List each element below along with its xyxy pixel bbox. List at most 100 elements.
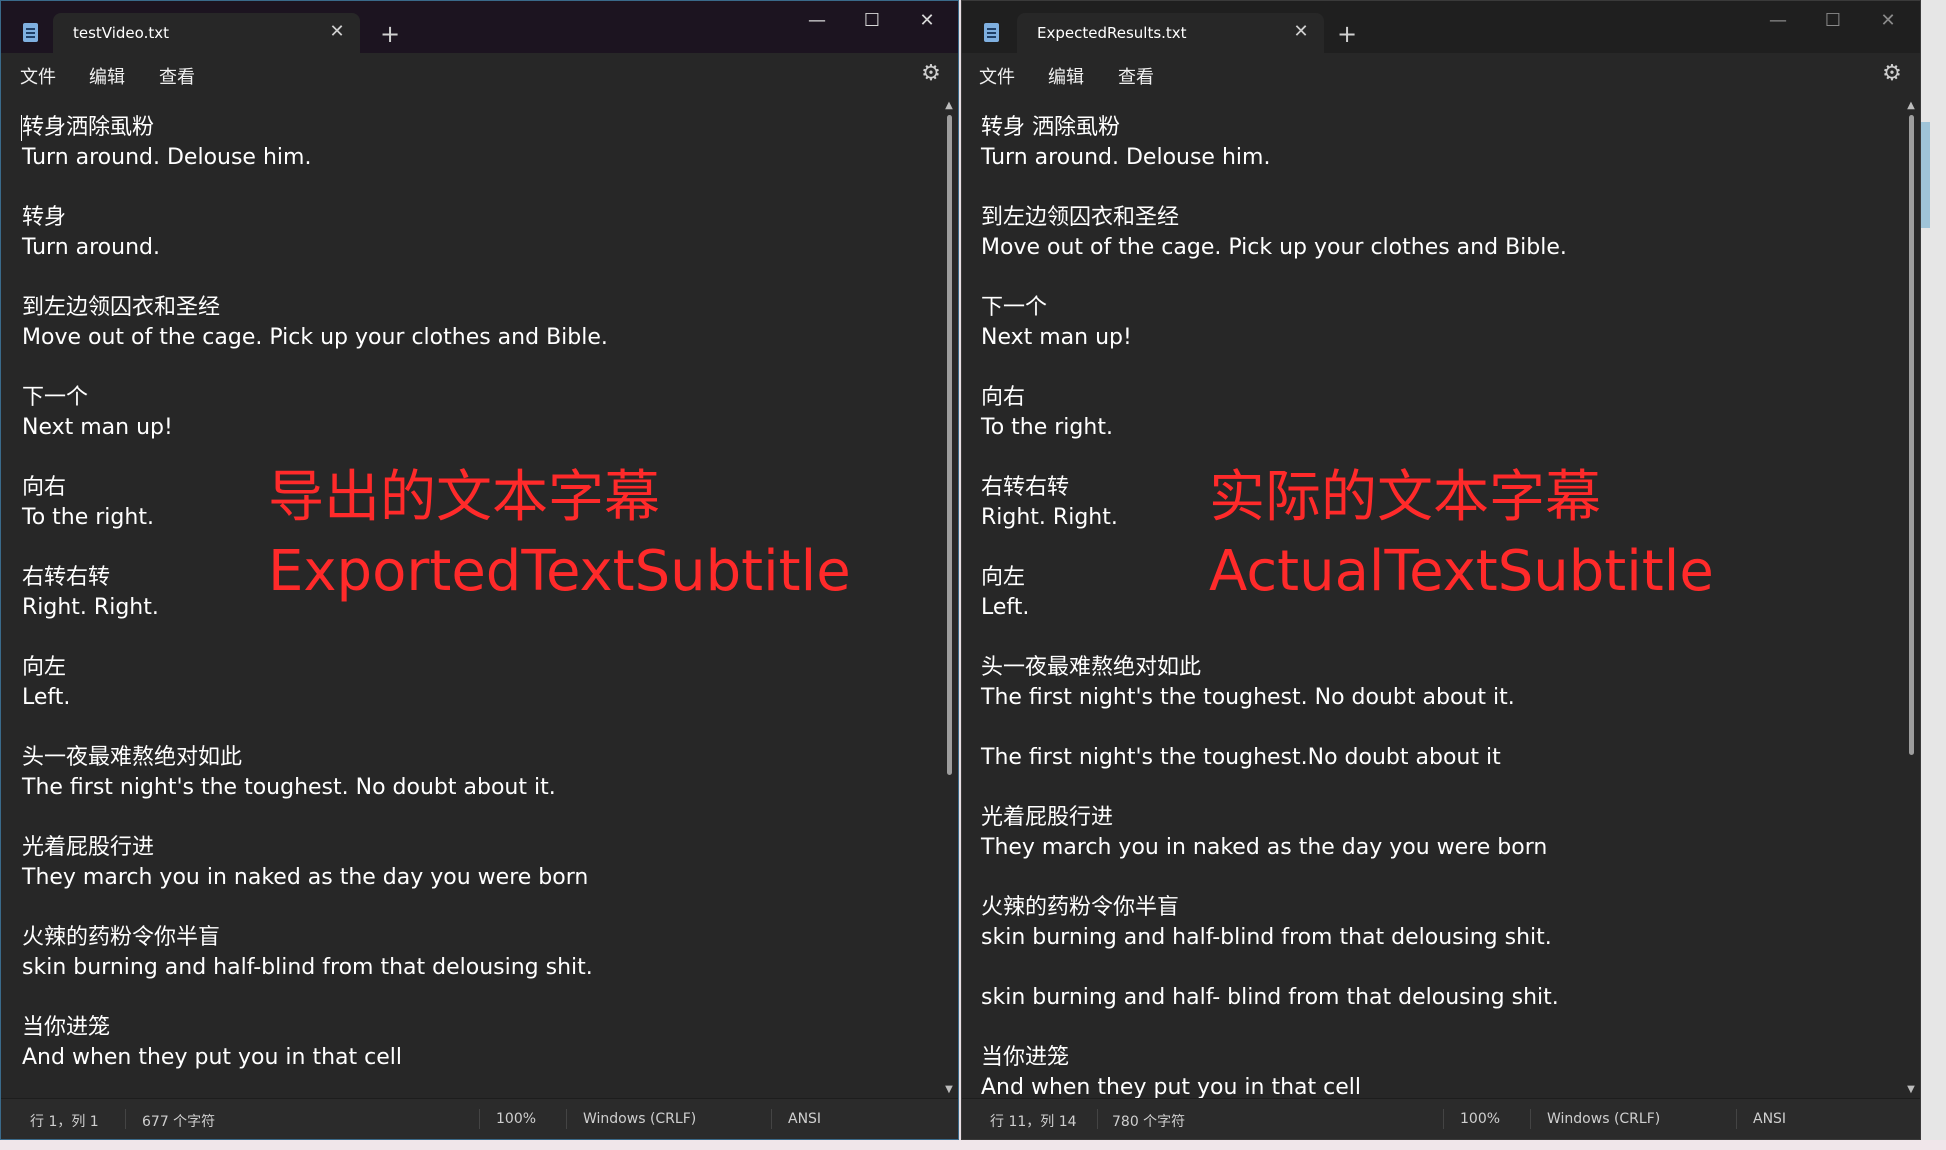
annotation-chinese: 实际的文本字幕 [1209,465,1601,530]
status-line-ending[interactable]: Windows (CRLF) [1547,1111,1660,1127]
status-char-count: 677 个字符 [142,1114,216,1130]
status-char-count: 780 个字符 [1112,1114,1186,1130]
notepad-window-expectedresults[interactable]: ExpectedResults.txt ✕ + — ☐ ✕ 文件 编辑 查看 ⚙… [961,0,1921,1140]
editor-text: 转身 洒除虱粉 Turn around. Delouse him. 到左边领囚衣和圣… [981,113,1882,1101]
vertical-scrollbar[interactable]: ▲ ▼ [1902,95,1920,1101]
tab-title: ExpectedResults.txt [1037,24,1187,42]
menu-edit[interactable]: 编辑 [1048,63,1084,89]
text-editor[interactable]: 转身 洒除虱粉 Turn around. Delouse him. 到左边领囚衣和圣… [962,95,1902,1101]
text-line [981,1013,1882,1043]
annotation-english: ExportedTextSubtitle [268,539,851,604]
vertical-scrollbar[interactable]: ▲ ▼ [940,95,958,1101]
annotation-english: ActualTextSubtitle [1209,539,1714,604]
text-line: skin burning and half-blind from that de… [22,955,593,980]
minimize-icon[interactable]: — [789,5,845,37]
status-encoding[interactable]: ANSI [1753,1111,1786,1127]
status-zoom[interactable]: 100% [496,1111,536,1127]
tab-testvideo[interactable]: testVideo.txt ✕ [53,13,360,53]
text-line: 当你进笼 [22,1015,111,1040]
scroll-down-icon[interactable]: ▼ [944,1085,954,1095]
text-line [981,773,1882,803]
divider [479,1109,480,1129]
status-bar: 行 11，列 14 780 个字符 100% Windows (CRLF) AN… [962,1098,1920,1139]
text-line [22,983,921,1013]
plus-icon[interactable]: + [375,19,405,49]
text-line: Next man up! [22,415,173,440]
text-line [981,953,1882,983]
text-line [22,353,921,383]
title-bar[interactable]: testVideo.txt ✕ + — ☐ ✕ [1,1,958,53]
text-line: 光着屁股行进 [981,805,1114,830]
text-line: 头一夜最难熬绝对如此 [981,655,1202,680]
menu-bar: 文件 编辑 查看 ⚙ [962,53,1920,95]
close-icon[interactable]: ✕ [1288,19,1314,45]
text-line: The first night's the toughest.No doubt … [981,745,1501,770]
text-line: Move out of the cage. Pick up your cloth… [981,235,1567,260]
desktop-strip [0,1140,1946,1150]
annotation-chinese: 导出的文本字幕 [268,465,660,530]
text-line [981,623,1882,653]
status-position: 行 1，列 1 [30,1114,99,1130]
text-line: And when they put you in that cell [22,1045,402,1070]
text-line [981,263,1882,293]
text-line: Next man up! [981,325,1132,350]
title-bar[interactable]: ExpectedResults.txt ✕ + — ☐ ✕ [962,1,1920,53]
divider [1443,1109,1444,1129]
scrollbar-thumb[interactable] [1909,115,1914,755]
gear-icon[interactable]: ⚙ [1881,63,1903,85]
background-window-accent [1921,122,1930,228]
text-line [981,863,1882,893]
status-zoom[interactable]: 100% [1460,1111,1500,1127]
menu-edit[interactable]: 编辑 [89,63,125,89]
text-line [22,713,921,743]
divider [125,1109,126,1129]
status-line-ending[interactable]: Windows (CRLF) [583,1111,696,1127]
menu-view[interactable]: 查看 [159,63,195,89]
minimize-icon[interactable]: — [1750,5,1806,37]
text-line: 向左 [22,655,67,680]
text-line: 光着屁股行进 [22,835,155,860]
gear-icon[interactable]: ⚙ [920,63,942,85]
close-window-icon[interactable]: ✕ [899,5,955,37]
text-line: Turn around. Delouse him. [22,145,312,170]
maximize-icon[interactable]: ☐ [1805,5,1861,37]
text-line: 下一个 [22,385,89,410]
maximize-icon[interactable]: ☐ [844,5,900,37]
notepad-icon [23,23,38,42]
text-line: Move out of the cage. Pick up your cloth… [22,325,608,350]
tab-expectedresults[interactable]: ExpectedResults.txt ✕ [1017,13,1324,53]
text-line: 下一个 [981,295,1048,320]
divider [1097,1109,1098,1129]
text-line: 转身 [22,205,67,230]
text-line: The first night's the toughest. No doubt… [981,685,1515,710]
text-line [22,803,921,833]
tab-title: testVideo.txt [73,24,169,42]
menu-view[interactable]: 查看 [1118,63,1154,89]
text-line: 到左边领囚衣和圣经 [981,205,1180,230]
close-window-icon[interactable]: ✕ [1860,5,1916,37]
text-line: 转身 洒除虱粉 [981,115,1120,140]
divider [1736,1109,1737,1129]
text-line: 转身洒除虱粉 [22,115,155,140]
scroll-up-icon[interactable]: ▲ [944,101,954,111]
notepad-icon [984,23,999,42]
scrollbar-thumb[interactable] [947,115,952,775]
text-line [981,353,1882,383]
text-line: To the right. [981,415,1113,440]
text-line: And when they put you in that cell [981,1075,1361,1100]
scroll-up-icon[interactable]: ▲ [1906,101,1916,111]
text-editor[interactable]: 转身洒除虱粉 Turn around. Delouse him. 转身 Turn ar… [1,95,941,1101]
notepad-window-testvideo[interactable]: testVideo.txt ✕ + — ☐ ✕ 文件 编辑 查看 ⚙ 转身洒除虱… [0,0,959,1140]
text-line: The first night's the toughest. No doubt… [22,775,556,800]
close-icon[interactable]: ✕ [324,19,350,45]
text-line: 火辣的药粉令你半盲 [981,895,1180,920]
scroll-down-icon[interactable]: ▼ [1906,1085,1916,1095]
text-line: skin burning and half- blind from that d… [981,985,1559,1010]
text-line: 到左边领囚衣和圣经 [22,295,221,320]
text-line [22,173,921,203]
status-encoding[interactable]: ANSI [788,1111,821,1127]
menu-file[interactable]: 文件 [20,63,56,89]
menu-file[interactable]: 文件 [979,63,1015,89]
plus-icon[interactable]: + [1332,19,1362,49]
divider [771,1109,772,1129]
